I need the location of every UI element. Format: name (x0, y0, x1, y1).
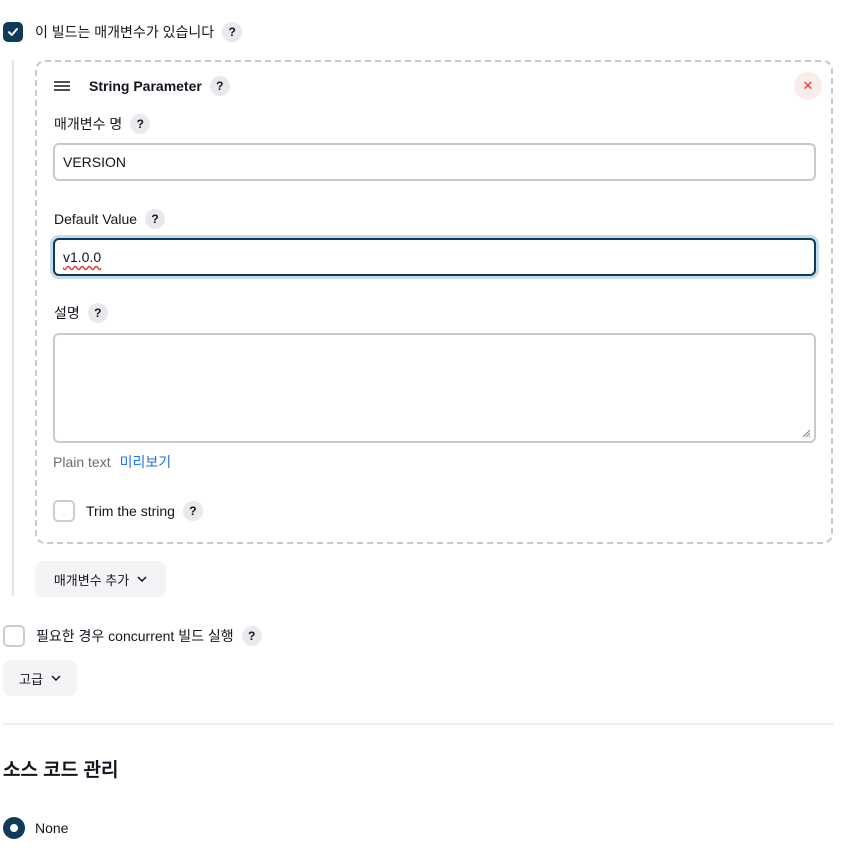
delete-parameter-button[interactable]: ✕ (794, 72, 822, 100)
build-params-row: 이 빌드는 매개변수가 있습니다 ? (3, 22, 243, 42)
drag-handle-icon[interactable] (54, 80, 70, 92)
default-value-label-row: Default Value ? (54, 209, 166, 229)
name-label-row: 매개변수 명 ? (54, 114, 151, 134)
card-title: String Parameter (89, 78, 202, 94)
advanced-button[interactable]: 고급 (3, 660, 77, 696)
trim-label: Trim the string (86, 503, 175, 519)
scm-heading: 소스 코드 관리 (3, 760, 119, 781)
scm-none-radio[interactable] (3, 817, 25, 839)
concurrent-label: 필요한 경우 concurrent 빌드 실행 (36, 628, 234, 644)
default-value-input-value: v1.0.0 (63, 249, 102, 265)
close-icon: ✕ (802, 78, 814, 93)
help-icon[interactable]: ? (182, 501, 203, 521)
scm-option-none: None (3, 817, 68, 839)
help-icon[interactable]: ? (130, 114, 151, 134)
description-label-row: 설명 ? (54, 303, 108, 323)
concurrent-checkbox[interactable] (3, 625, 25, 647)
add-parameter-label: 매개변수 추가 (53, 572, 130, 588)
description-label: 설명 (54, 305, 80, 321)
resize-handle-icon[interactable] (802, 429, 811, 438)
format-row: Plain text 미리보기 (53, 452, 171, 472)
help-icon[interactable]: ? (87, 303, 108, 323)
name-input-value: VERSION (63, 154, 127, 170)
trim-row: Trim the string ? (53, 500, 203, 522)
chevron-down-icon (51, 675, 61, 681)
build-params-label: 이 빌드는 매개변수가 있습니다 (35, 24, 215, 40)
format-current: Plain text (53, 454, 111, 470)
help-icon[interactable]: ? (209, 76, 230, 96)
description-textarea[interactable] (53, 333, 816, 443)
scm-none-label: None (35, 820, 69, 836)
default-value-label: Default Value (54, 211, 138, 227)
nesting-line (12, 60, 14, 596)
check-icon (8, 28, 18, 36)
card-header: String Parameter ? (54, 76, 230, 96)
help-icon[interactable]: ? (241, 626, 262, 646)
chevron-down-icon (137, 576, 147, 582)
name-label: 매개변수 명 (54, 116, 123, 132)
section-divider (3, 723, 834, 725)
concurrent-row: 필요한 경우 concurrent 빌드 실행 ? (3, 625, 262, 647)
build-params-checkbox[interactable] (3, 22, 23, 42)
help-icon[interactable]: ? (145, 209, 166, 229)
add-parameter-button[interactable]: 매개변수 추가 (35, 561, 166, 597)
default-value-input[interactable]: v1.0.0 (53, 238, 816, 276)
name-input[interactable]: VERSION (53, 143, 816, 181)
preview-link[interactable]: 미리보기 (120, 452, 172, 472)
trim-checkbox[interactable] (53, 500, 75, 522)
advanced-label: 고급 (19, 671, 43, 687)
radio-dot (10, 824, 18, 832)
help-icon[interactable]: ? (222, 22, 243, 42)
